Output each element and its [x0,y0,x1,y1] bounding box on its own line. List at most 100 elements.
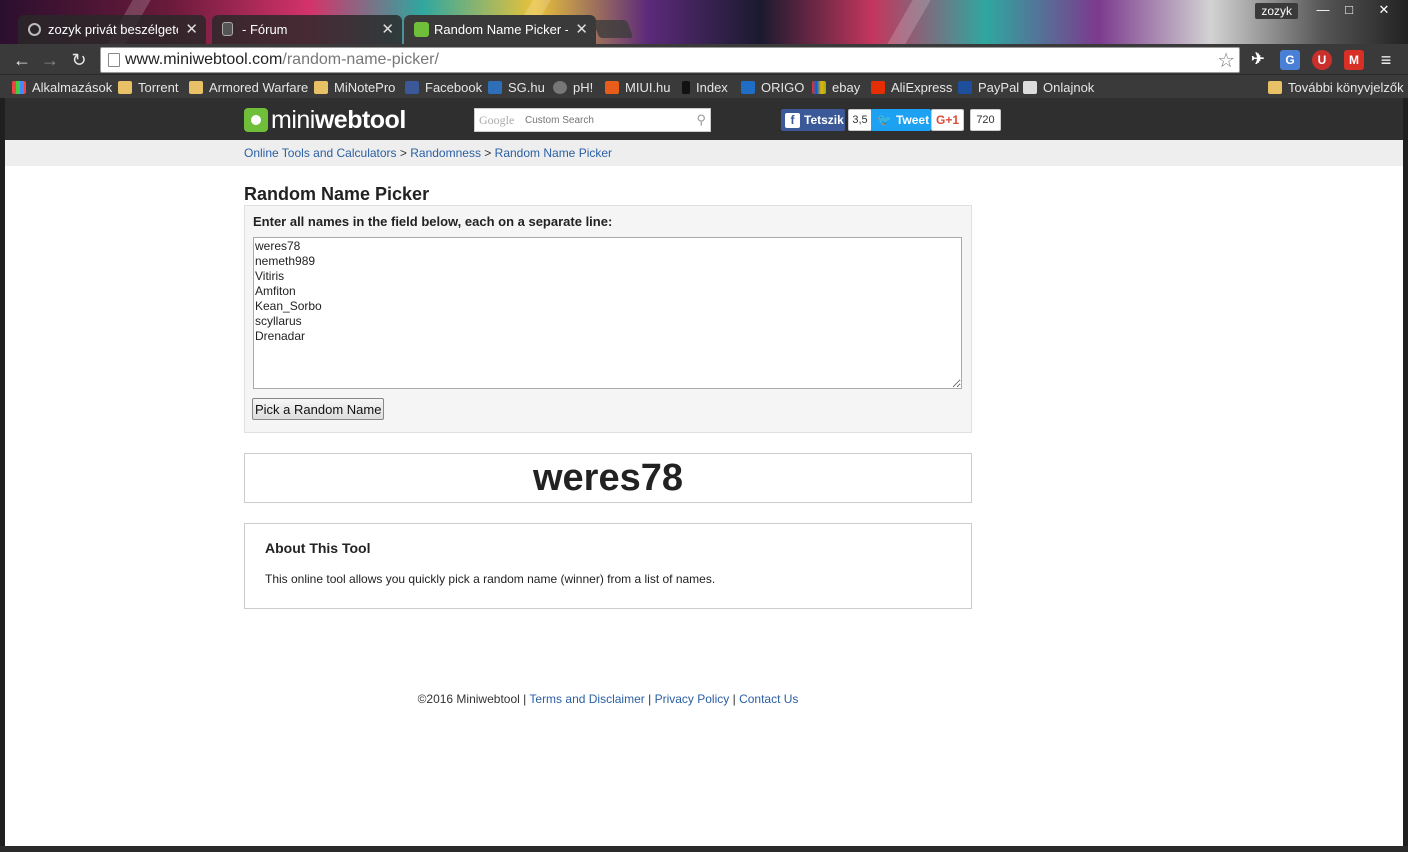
bookmark-index[interactable]: Index [682,78,728,96]
tab-forum[interactable]: - Fórum ✕ [212,15,402,44]
profile-name[interactable]: zozyk [1255,3,1298,19]
ebay-icon [812,80,826,94]
facebook-icon: f [785,112,800,128]
tweet-label: Tweet [895,113,930,127]
tweet-button[interactable]: 🐦 Tweet [871,109,931,131]
bookmark-ph[interactable]: pH! [553,78,593,96]
gear-icon [244,108,268,132]
gplus-button[interactable]: G+1 [931,109,964,131]
about-box: About This Tool This online tool allows … [244,523,972,609]
footer-contact-link[interactable]: Contact Us [739,692,798,706]
bookmark-alkalmazasok[interactable]: Alkalmazások [12,78,112,96]
facebook-like-button[interactable]: f Tetszik [781,109,845,131]
bookmark-star-icon[interactable]: ☆ [1217,48,1235,73]
search-input[interactable] [525,112,695,128]
close-window-button[interactable]: ✕ [1368,0,1400,20]
result-box: weres78 [244,453,972,503]
bookmark-label: pH! [573,79,594,95]
address-bar[interactable]: www.miniwebtool.com/random-name-picker/ … [100,47,1240,73]
breadcrumb-separator: > [399,146,407,160]
tab-zozyk[interactable]: zozyk privát beszélgetései ✕ [18,15,206,44]
tab-label: zozyk privát beszélgetései [48,22,178,37]
ublock-extension-icon[interactable]: U [1312,50,1332,70]
menu-icon[interactable]: ≡ [1376,50,1396,70]
minimize-button[interactable]: — [1310,0,1336,20]
loading-icon [28,23,41,36]
window-bottom-border [0,846,1408,852]
maximize-button[interactable]: □ [1336,0,1362,20]
folder-icon [118,80,132,94]
bookmark-other[interactable]: További könyvjelzők [1268,78,1404,96]
bookmark-minotepro[interactable]: MiNotePro [314,78,395,96]
bookmark-armored-warfare[interactable]: Armored Warfare [189,78,308,96]
bookmark-sghu[interactable]: SG.hu [488,78,545,96]
back-arrow-icon[interactable]: ← [10,48,34,72]
page-title: Random Name Picker [244,184,430,204]
browser-titlebar: zozyk privát beszélgetései ✕ - Fórum ✕ R… [0,0,1408,44]
bookmark-onlajnok[interactable]: Onlajnok [1023,78,1094,96]
folder-icon [189,80,203,94]
url-domain: www.miniwebtool.com [125,51,283,68]
bookmarks-bar: Alkalmazások Torrent Armored Warfare MiN… [0,74,1408,98]
pick-random-name-button[interactable]: Pick a Random Name [252,398,385,420]
bookmark-paypal[interactable]: PayPal [958,78,1019,96]
google-brand: Google [479,113,515,127]
paypal-icon [958,80,972,94]
folder-icon [1268,80,1282,94]
bookmark-origo[interactable]: ORIGO [741,78,804,96]
bookmark-label: MiNotePro [334,79,396,95]
bookmark-miui[interactable]: MIUI.hu [605,78,671,96]
gmail-extension-icon[interactable]: M [1344,50,1364,70]
folder-icon [314,80,328,94]
bookmark-facebook[interactable]: Facebook [405,78,482,96]
breadcrumb-separator: > [484,146,492,160]
bookmark-label: További könyvjelzők [1288,79,1404,95]
browser-toolbar: ← → ↻ www.miniwebtool.com/random-name-pi… [0,44,1408,74]
facebook-like-label: Tetszik [804,113,844,127]
translate-extension-icon[interactable]: G [1280,50,1300,70]
breadcrumb-random-name-picker[interactable]: Random Name Picker [495,146,612,160]
footer-privacy-link[interactable]: Privacy Policy [655,692,730,706]
bookmark-aliexpress[interactable]: AliExpress [871,78,952,96]
bookmark-label: Index [696,79,728,95]
picked-name: weres78 [532,457,683,499]
tab-random-name-picker[interactable]: Random Name Picker - Q ✕ [404,15,596,44]
logo-text-bold: webtool [314,105,406,134]
bookmark-ebay[interactable]: ebay [812,78,860,96]
close-icon[interactable]: ✕ [185,20,198,38]
footer-separator: | [648,692,652,706]
footer-separator: | [523,692,527,706]
globe-extension-icon[interactable]: ✈ [1248,50,1268,70]
bookmark-label: SG.hu [508,79,545,95]
breadcrumb: Online Tools and Calculators > Randomnes… [244,146,612,160]
reload-icon[interactable]: ↻ [67,48,91,72]
bookmark-label: ORIGO [761,79,805,95]
bookmark-label: ebay [832,79,861,95]
tab-label: Random Name Picker - Q [434,22,568,37]
forward-arrow-icon[interactable]: → [38,48,62,72]
bookmark-label: Facebook [425,79,483,95]
site-logo[interactable]: mini webtool [244,106,406,134]
aliexpress-icon [871,80,885,94]
bookmark-label: MIUI.hu [625,79,671,95]
footer: ©2016 Miniwebtool | Terms and Disclaimer… [5,692,1211,706]
bookmark-label: PayPal [978,79,1020,95]
names-textarea[interactable] [253,237,962,389]
bookmark-label: Alkalmazások [32,79,113,95]
close-icon[interactable]: ✕ [575,20,588,38]
breadcrumb-online-tools[interactable]: Online Tools and Calculators [244,146,397,160]
close-icon[interactable]: ✕ [381,20,394,38]
ph-icon [553,80,567,94]
bookmark-label: Onlajnok [1043,79,1095,95]
footer-terms-link[interactable]: Terms and Disclaimer [529,692,644,706]
logo-text-mini: mini [271,105,315,134]
bookmark-label: AliExpress [891,79,953,95]
breadcrumb-randomness[interactable]: Randomness [410,146,481,160]
miniwebtool-favicon-icon [414,22,429,37]
search-icon[interactable]: ⚲ [696,112,706,128]
bookmark-torrent[interactable]: Torrent [118,78,178,96]
tool-form: Enter all names in the field below, each… [244,205,972,433]
url-text[interactable]: www.miniwebtool.com/random-name-picker/ [125,51,439,69]
new-tab-button[interactable] [592,20,634,38]
about-text: This online tool allows you quickly pick… [265,572,716,586]
